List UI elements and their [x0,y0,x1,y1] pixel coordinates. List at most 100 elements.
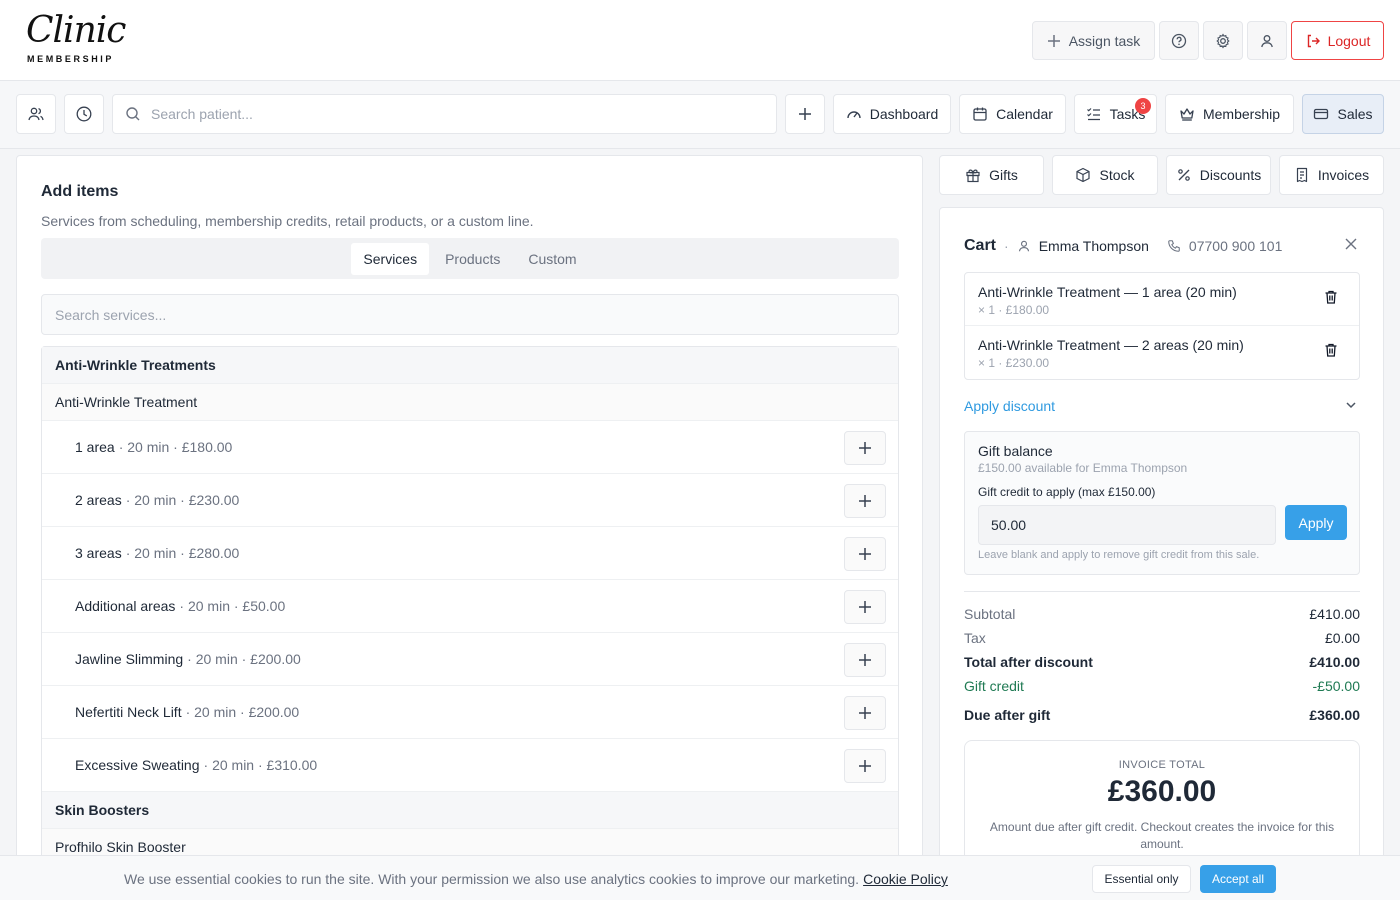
apply-gift-button[interactable]: Apply [1285,505,1347,540]
gauge-icon [846,106,862,122]
trash-icon [1323,289,1339,305]
tab-invoices[interactable]: Invoices [1279,155,1384,195]
clear-cart-button[interactable] [1345,238,1357,250]
service-name: Additional areas [75,598,176,614]
add-service-button[interactable] [844,431,886,465]
tab-gifts[interactable]: Gifts [939,155,1044,195]
nav-dashboard[interactable]: Dashboard [833,94,951,134]
user-icon [1259,33,1275,49]
tab-services[interactable]: Services [351,242,430,275]
total-row-tax: Tax £0.00 [964,626,1360,650]
search-patient-input[interactable]: Search patient... [112,94,777,134]
total-value: -£50.00 [1312,678,1360,694]
total-row-subtotal: Subtotal £410.00 [964,602,1360,626]
service-row: 3 areas · 20 min · £280.00 [42,527,898,580]
service-name: 1 area [75,439,115,455]
gift-credit-input[interactable]: 50.00 [978,505,1276,545]
total-value: £0.00 [1324,630,1360,646]
service-name: 2 areas [75,492,122,508]
clinic-logo[interactable]: Clinic MEMBERSHIP [18,8,130,72]
tab-stock[interactable]: Stock [1052,155,1158,195]
service-name: Excessive Sweating [75,757,200,773]
history-button[interactable] [64,94,104,134]
search-services-input[interactable]: Search services... [41,294,899,335]
add-service-button[interactable] [844,696,886,730]
plus-icon [798,107,812,121]
cart-patient-name[interactable]: Emma Thompson [1039,238,1149,254]
nav-tasks[interactable]: Tasks 3 [1074,94,1157,134]
total-row-due: Due after gift £360.00 [964,698,1360,732]
add-items-title: Add items [41,183,119,200]
invoice-total-amount: £360.00 [1107,775,1217,808]
add-items-panel: Add items Services from scheduling, memb… [16,155,923,900]
users-icon [27,105,45,123]
logout-button[interactable]: Logout [1291,21,1384,60]
patients-button[interactable] [16,94,56,134]
cart-item: Anti-Wrinkle Treatment — 2 areas (20 min… [965,326,1359,379]
logo-subtitle: MEMBERSHIP [27,54,115,64]
plus-icon [858,441,872,455]
main-nav: Search patient... Dashboard Calendar Tas… [0,81,1400,149]
add-service-button[interactable] [844,590,886,624]
total-label: Subtotal [964,606,1016,622]
crown-icon [1179,106,1195,122]
essential-only-button[interactable]: Essential only [1092,865,1191,893]
add-service-button[interactable] [844,537,886,571]
top-header: Clinic MEMBERSHIP Assign task Logout [0,0,1400,81]
phone-icon [1167,239,1181,253]
plus-icon [1047,34,1061,48]
service-meta: · 20 min · £230.00 [125,492,240,508]
tab-discounts[interactable]: Discounts [1166,155,1271,195]
total-value: £410.00 [1309,654,1360,670]
tab-discounts-label: Discounts [1199,167,1262,183]
nav-sales[interactable]: Sales [1302,94,1384,134]
remove-item-button[interactable] [1323,342,1339,358]
tab-products[interactable]: Products [433,243,512,275]
service-row: Nefertiti Neck Lift · 20 min · £200.00 [42,686,898,739]
add-service-button[interactable] [844,643,886,677]
add-service-button[interactable] [844,484,886,518]
profile-button[interactable] [1247,21,1287,60]
remove-item-button[interactable] [1323,289,1339,305]
apply-discount-toggle[interactable]: Apply discount [964,398,1055,414]
gift-balance-box: Gift balance £150.00 available for Emma … [964,431,1360,575]
accept-all-button[interactable]: Accept all [1200,865,1276,893]
service-meta: · 20 min · £310.00 [203,757,318,773]
nav-sales-label: Sales [1337,106,1373,122]
gift-balance-available: £150.00 available for Emma Thompson [978,461,1188,475]
cart-item-meta: × 1 · £230.00 [978,356,1050,370]
service-row: 1 area · 20 min · £180.00 [42,421,898,474]
chevron-down-icon[interactable] [1345,399,1357,411]
service-meta: · 20 min · £180.00 [118,439,233,455]
add-patient-button[interactable] [785,94,825,134]
plus-icon [858,547,872,561]
total-label: Gift credit [964,678,1024,694]
services-list: Anti-Wrinkle Treatments Anti-Wrinkle Tre… [41,346,899,867]
gear-icon [1215,32,1231,49]
settings-button[interactable] [1203,21,1243,60]
service-row: Additional areas · 20 min · £50.00 [42,580,898,633]
trash-icon [1323,342,1339,358]
nav-calendar[interactable]: Calendar [959,94,1066,134]
cart-header: Cart · Emma Thompson 07700 900 101 [964,237,1282,255]
cart-separator: · [1004,238,1009,254]
invoice-total-note: Amount due after gift credit. Checkout c… [989,820,1335,851]
total-label: Tax [964,630,986,646]
cart-title: Cart [964,237,997,254]
cookie-text: We use essential cookies to run the site… [124,871,860,887]
assign-task-button[interactable]: Assign task [1032,21,1155,60]
checklist-icon [1086,106,1102,122]
cookie-policy-link[interactable]: Cookie Policy [863,871,948,887]
nav-membership[interactable]: Membership [1165,94,1294,134]
cart-item: Anti-Wrinkle Treatment — 1 area (20 min)… [965,273,1359,326]
help-button[interactable] [1159,21,1199,60]
nav-calendar-label: Calendar [996,106,1053,122]
service-name: 3 areas [75,545,122,561]
assign-task-label: Assign task [1068,32,1141,49]
receipt-icon [1294,167,1310,183]
user-icon [1017,239,1031,253]
add-service-button[interactable] [844,749,886,783]
tab-custom[interactable]: Custom [516,243,588,275]
service-meta: · 20 min · £200.00 [185,704,300,720]
cart-totals: Subtotal £410.00 Tax £0.00 Total after d… [964,591,1360,732]
